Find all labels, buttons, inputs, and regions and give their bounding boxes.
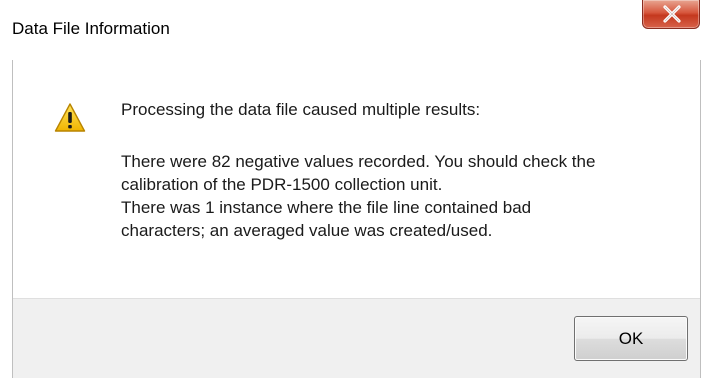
dialog-window: Data File Information Processing the dat… — [0, 0, 712, 385]
close-button[interactable] — [642, 0, 700, 29]
window-frame-left — [0, 60, 12, 385]
window-frame-right — [701, 60, 712, 385]
message-line: There were 82 negative values recorded. … — [121, 152, 596, 171]
window-frame-bottom — [0, 378, 712, 385]
close-icon — [663, 5, 681, 23]
warning-icon — [54, 103, 86, 132]
message-line: There was 1 instance where the file line… — [121, 198, 532, 217]
message-heading: Processing the data file caused multiple… — [121, 100, 481, 119]
message-details: There were 82 negative values recorded. … — [121, 150, 595, 242]
ok-button[interactable]: OK — [574, 316, 688, 361]
message-line: calibration of the PDR-1500 collection u… — [121, 175, 443, 194]
message-line: characters; an averaged value was create… — [121, 221, 493, 240]
window-title: Data File Information — [12, 19, 170, 38]
title-bar[interactable]: Data File Information — [0, 0, 712, 60]
